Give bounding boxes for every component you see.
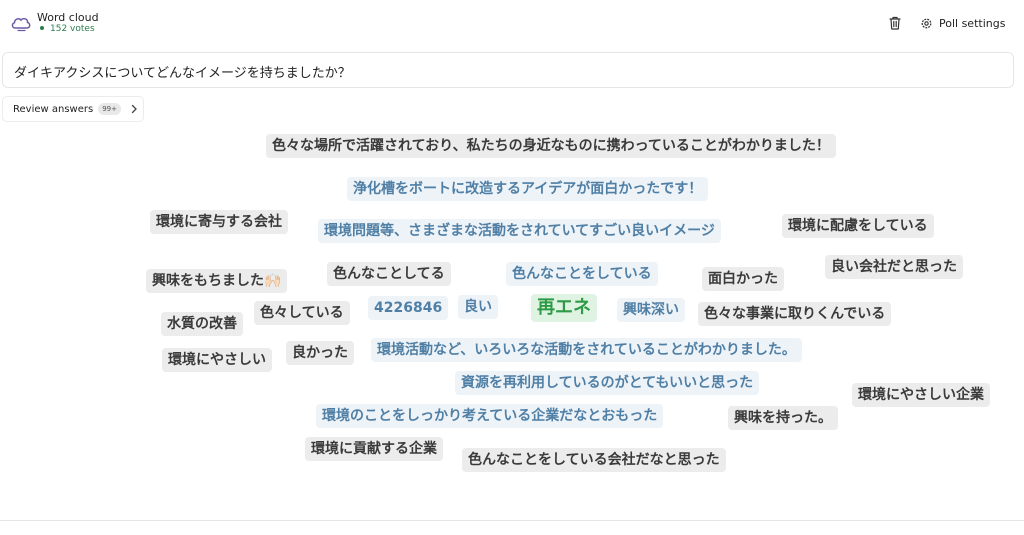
word-cloud-item: 色々な場所で活躍されており、私たちの身近なものに携わっていることがわかりました！ xyxy=(266,134,836,158)
word-cloud-item: 環境に寄与する会社 xyxy=(150,210,288,234)
word-cloud-item: 水質の改善 xyxy=(161,312,243,336)
word-cloud-item: 資源を再利用しているのがとてもいいと思った xyxy=(455,371,760,395)
poll-settings-label: Poll settings xyxy=(939,16,1006,30)
word-cloud-item: 色んなことをしている会社だなと思った xyxy=(462,448,726,472)
header: Word cloud 152 votes Poll settings xyxy=(0,0,1024,48)
word-cloud-item: 良い xyxy=(458,295,498,319)
word-cloud-item: 環境に貢献する企業 xyxy=(305,437,443,461)
review-answers-button[interactable]: Review answers 99+ xyxy=(2,96,144,122)
votes-count: 152 votes xyxy=(40,24,95,34)
question-text: ダイキアクシスについてどんなイメージを持ちましたか？ xyxy=(14,66,351,81)
word-cloud-item: 浄化槽をボートに改造するアイデアが面白かったです！ xyxy=(347,177,709,201)
word-cloud-item: 環境問題等、さまざまな活動をされていてすごい良いイメージ xyxy=(318,219,721,243)
word-cloud-item: 環境に配慮をしている xyxy=(782,214,934,238)
app-title: Word cloud xyxy=(37,11,99,24)
review-answers-label: Review answers xyxy=(13,103,94,115)
divider xyxy=(0,520,1024,521)
word-cloud-item: 興味を持った。 xyxy=(728,406,838,430)
word-cloud-item: 色々な事業に取りくんでいる xyxy=(698,302,892,326)
word-cloud-item: 色々している xyxy=(254,301,350,325)
word-cloud-item: 良かった xyxy=(286,341,354,365)
answers-count-badge: 99+ xyxy=(98,103,121,115)
trash-icon[interactable] xyxy=(888,15,902,31)
word-cloud-item: 色んなことしてる xyxy=(327,262,451,286)
word-cloud-item: 4226846 xyxy=(368,296,449,320)
word-cloud-item: 環境活動など、いろいろな活動をされていることがわかりました。 xyxy=(371,338,802,362)
chevron-right-icon xyxy=(131,104,137,114)
word-cloud-item: 環境にやさしい企業 xyxy=(852,383,990,407)
word-cloud-item: 色んなことをしている xyxy=(506,262,658,286)
word-cloud-item: 良い会社だと思った xyxy=(825,255,963,279)
word-cloud-icon xyxy=(11,17,31,32)
word-cloud: 色々な場所で活躍されており、私たちの身近なものに携わっていることがわかりました！… xyxy=(0,128,1024,518)
live-dot-icon xyxy=(40,25,44,30)
word-cloud-item: 環境にやさしい xyxy=(162,348,272,372)
word-cloud-item: 面白かった xyxy=(702,267,784,291)
word-cloud-item: 再エネ xyxy=(531,294,597,322)
votes-label: 152 votes xyxy=(50,24,95,34)
word-cloud-item: 興味をもちました🙌🏻 xyxy=(146,269,288,293)
word-cloud-item: 興味深い xyxy=(617,298,685,322)
poll-settings-button[interactable]: Poll settings xyxy=(920,12,1005,34)
gear-icon xyxy=(921,18,932,28)
word-cloud-item: 環境のことをしっかり考えている企業だなとおもった xyxy=(316,404,664,428)
question-box: ダイキアクシスについてどんなイメージを持ちましたか？ xyxy=(2,52,1014,88)
